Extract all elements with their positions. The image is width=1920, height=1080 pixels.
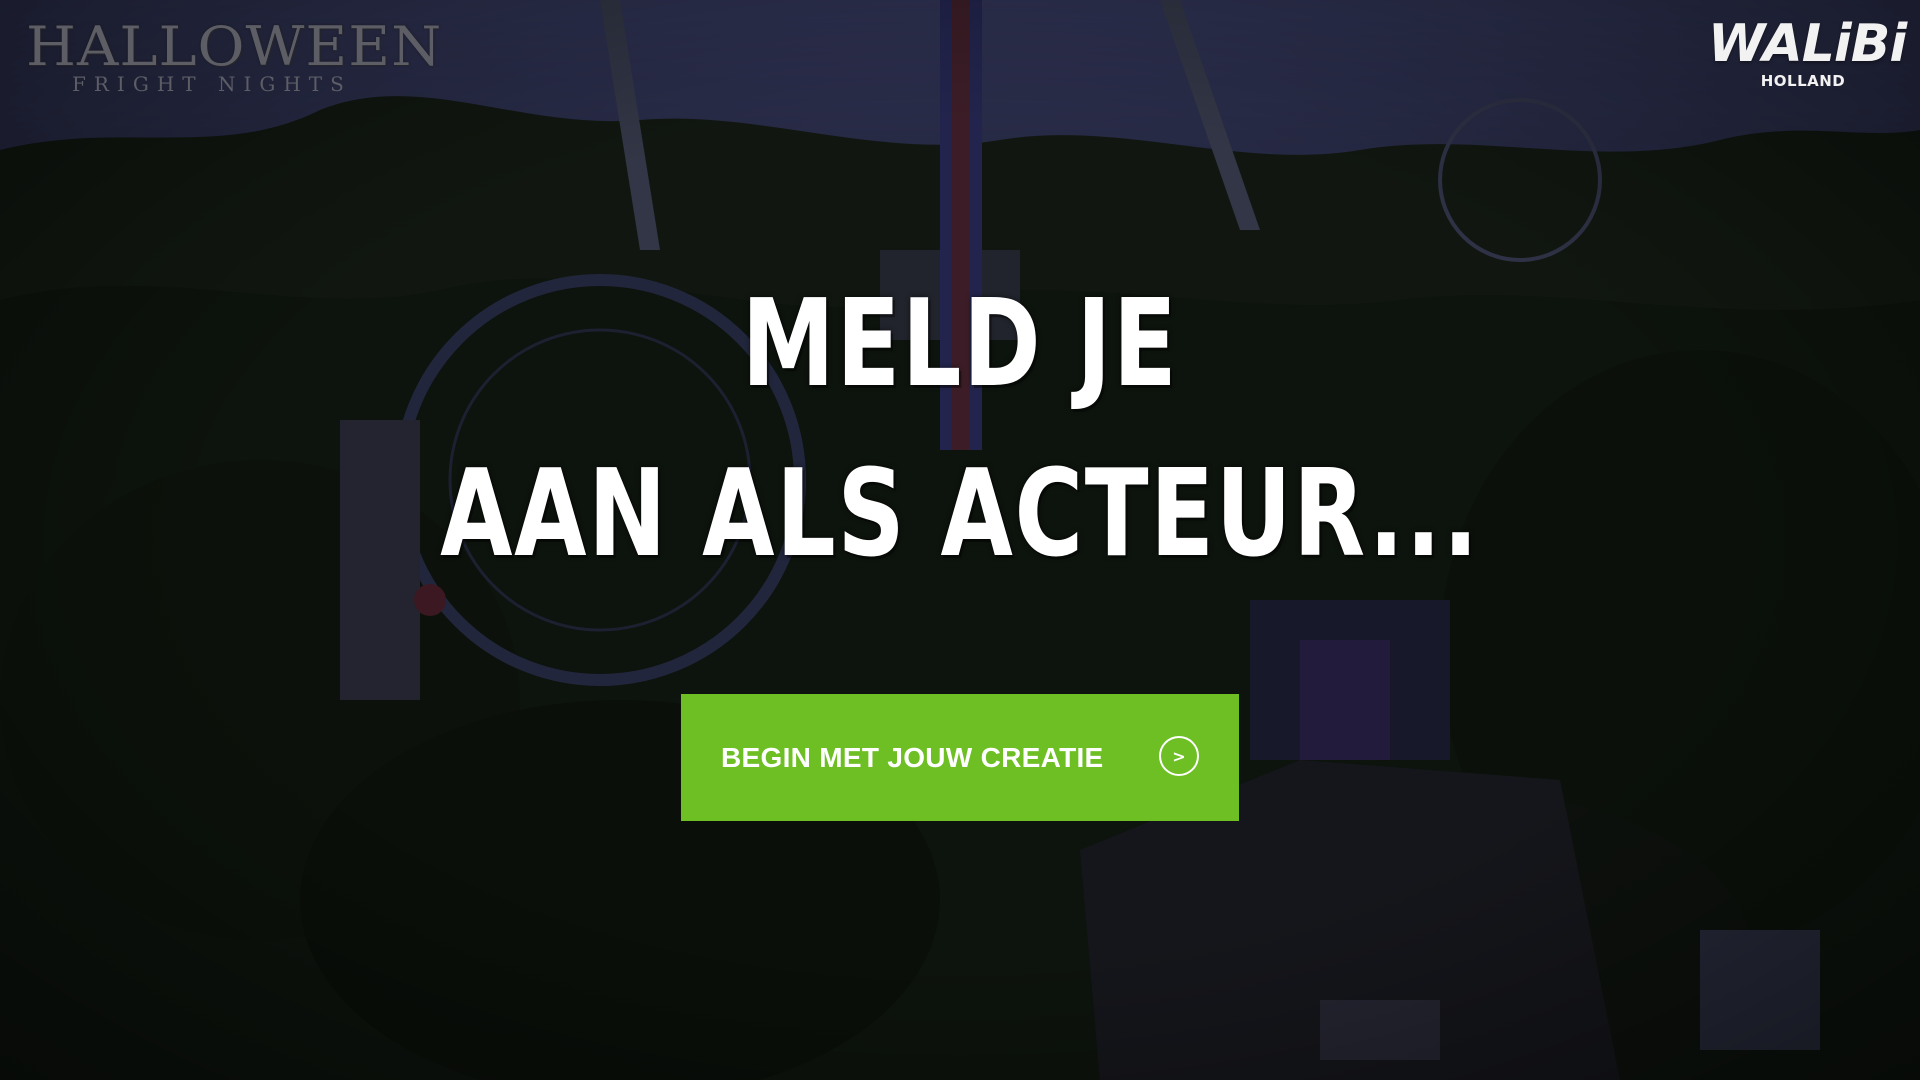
halloween-fright-nights-logo[interactable]: HALLOWEEN FRIGHT NIGHTS — [26, 20, 441, 110]
walibi-logo-brand: WALiBi — [1708, 14, 1907, 74]
begin-creation-button[interactable]: BEGIN MET JOUW CREATIE > — [681, 694, 1239, 821]
halloween-logo-subtitle: FRIGHT NIGHTS — [72, 72, 352, 96]
halloween-logo-title: HALLOWEEN — [26, 15, 443, 78]
landing-page: HALLOWEEN FRIGHT NIGHTS WALiBi HOLLAND M… — [0, 0, 1920, 1080]
begin-creation-button-label: BEGIN MET JOUW CREATIE — [721, 741, 1104, 773]
hero-headline-line1: Meld je — [741, 275, 1179, 414]
circle-chevron-right-icon: > — [1159, 736, 1199, 776]
hero-headline: Meld je aan als acteur... — [0, 270, 1920, 610]
hero-headline-line2: aan als acteur... — [440, 445, 1480, 584]
walibi-logo-region: HOLLAND — [1760, 72, 1846, 90]
walibi-holland-logo[interactable]: WALiBi HOLLAND — [1708, 14, 1907, 102]
